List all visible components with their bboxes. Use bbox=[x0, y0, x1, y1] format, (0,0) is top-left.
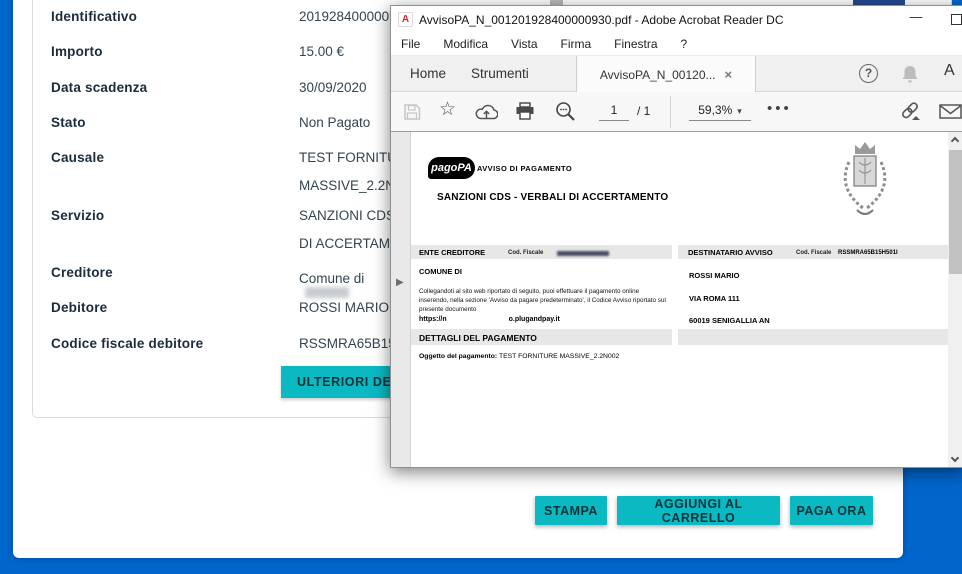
pdf-band-ente: ENTE CREDITORE Cod. Fiscale bbox=[411, 245, 672, 259]
pdf-payment-url: https://n o.plugandpay.it bbox=[419, 316, 560, 323]
menu-vista[interactable]: Vista bbox=[511, 37, 537, 51]
toolbar: ☆ 1 / 1 59,3% ▾ ••• bbox=[391, 92, 962, 132]
help-icon[interactable]: ? bbox=[859, 64, 878, 83]
pdf-payment-instructions: Collegandoti al sito web riportato di se… bbox=[419, 287, 669, 314]
sign-in-label[interactable]: A bbox=[944, 62, 955, 80]
pdf-destinatario-city: 60019 SENIGALLIA AN bbox=[689, 316, 770, 325]
detail-value: 30/09/2020 bbox=[299, 80, 367, 95]
menu-finestra[interactable]: Finestra bbox=[614, 37, 657, 51]
tab-document-label: AvvisoPA_N_00120... bbox=[600, 68, 716, 82]
pagopa-logo: pagoPA bbox=[428, 157, 475, 179]
share-link-icon[interactable] bbox=[899, 101, 923, 128]
page-total-label: / 1 bbox=[637, 104, 650, 118]
page-number-input[interactable]: 1 bbox=[599, 100, 629, 121]
pdf-oggetto-row: Oggetto del pagamento: TEST FORNITURE MA… bbox=[419, 353, 619, 360]
acrobat-window: A AvvisoPA_N_001201928400000930.pdf - Ad… bbox=[390, 5, 962, 468]
search-zoom-icon[interactable] bbox=[555, 101, 576, 127]
minimize-button[interactable]: — bbox=[897, 6, 935, 32]
tab-bar: Home Strumenti AvvisoPA_N_00120... × ? A bbox=[391, 56, 962, 92]
window-title: AvvisoPA_N_001201928400000930.pdf - Adob… bbox=[419, 13, 784, 27]
pdf-service-title: SANZIONI CDS - VERBALI DI ACCERTAMENTO bbox=[437, 192, 668, 203]
pdf-url-prefix: https://n bbox=[419, 316, 447, 323]
pdf-doc-type: AVVISO DI PAGAMENTO bbox=[477, 164, 572, 173]
add-to-cart-button[interactable]: AGGIUNGI AL CARRELLO bbox=[617, 496, 780, 525]
maximize-button[interactable] bbox=[951, 14, 962, 25]
tab-strumenti[interactable]: Strumenti bbox=[471, 56, 529, 92]
scroll-up-icon[interactable] bbox=[951, 137, 959, 145]
save-icon[interactable] bbox=[403, 103, 421, 126]
pdf-ente-header: ENTE CREDITORE bbox=[419, 248, 485, 257]
tab-close-icon[interactable]: × bbox=[725, 67, 733, 82]
pdf-ente-cf-label: Cod. Fiscale bbox=[508, 250, 543, 256]
chevron-down-icon: ▾ bbox=[737, 106, 742, 116]
pdf-url-suffix: o.plugandpay.it bbox=[509, 316, 560, 323]
cloud-upload-icon[interactable] bbox=[475, 103, 498, 125]
expand-nav-pane-icon[interactable]: ▶ bbox=[396, 277, 404, 288]
pdf-destinatario-cf-value: RSSMRA65B15H501I bbox=[838, 250, 898, 256]
pdf-page: pagoPA AVVISO DI PAGAMENTO SANZIONI CDS … bbox=[411, 132, 948, 467]
vertical-scrollbar[interactable] bbox=[948, 132, 962, 467]
print-button[interactable]: STAMPA bbox=[535, 496, 607, 525]
pdf-ente-name: COMUNE DI bbox=[419, 267, 462, 276]
pdf-dettagli-header: DETTAGLI DEL PAGAMENTO bbox=[419, 333, 537, 343]
detail-value: 15.00 € bbox=[299, 44, 344, 59]
detail-value: Non Pagato bbox=[299, 115, 370, 130]
detail-value: ROSSI MARIO bbox=[299, 300, 389, 315]
navigation-pane-strip: ▶ bbox=[391, 132, 411, 467]
pdf-band-destinatario: DESTINATARIO AVVISO Cod. Fiscale RSSMRA6… bbox=[678, 245, 948, 259]
cod-fiscale-redacted bbox=[557, 251, 609, 256]
scrollbar-thumb[interactable] bbox=[949, 150, 962, 274]
pdf-destinatario-header: DESTINATARIO AVVISO bbox=[688, 248, 773, 257]
menu-file[interactable]: File bbox=[401, 37, 420, 51]
menu-firma[interactable]: Firma bbox=[561, 37, 592, 51]
toolbar-divider bbox=[670, 96, 671, 128]
zoom-level-control[interactable]: 59,3% ▾ bbox=[689, 100, 751, 121]
pdf-oggetto-label: Oggetto del pagamento: bbox=[419, 353, 497, 360]
pdf-band-dettagli: DETTAGLI DEL PAGAMENTO bbox=[411, 329, 672, 345]
menu-bar: File Modifica Vista Firma Finestra ? bbox=[391, 33, 962, 56]
pdf-destinatario-name: ROSSI MARIO bbox=[689, 271, 739, 280]
municipal-crest-image bbox=[835, 140, 895, 233]
window-titlebar[interactable]: A AvvisoPA_N_001201928400000930.pdf - Ad… bbox=[391, 6, 962, 33]
pdf-oggetto-value: TEST FORNITURE MASSIVE_2.2N002 bbox=[499, 353, 619, 360]
more-tools-icon[interactable]: ••• bbox=[767, 100, 792, 117]
redacted-text bbox=[305, 287, 349, 298]
pdf-destinatario-address: VIA ROMA 111 bbox=[689, 294, 740, 303]
notifications-bell-icon[interactable] bbox=[900, 64, 920, 90]
adobe-pdf-icon: A bbox=[398, 12, 413, 27]
menu-modifica[interactable]: Modifica bbox=[443, 37, 488, 51]
print-icon[interactable] bbox=[515, 102, 535, 126]
pdf-destinatario-cf-label: Cod. Fiscale bbox=[796, 250, 831, 256]
favorite-star-icon[interactable]: ☆ bbox=[439, 98, 456, 121]
document-area: ▶ pagoPA AVVISO DI PAGAMENTO SANZIONI CD… bbox=[391, 132, 962, 467]
tab-home[interactable]: Home bbox=[410, 56, 446, 92]
scroll-down-icon[interactable] bbox=[951, 454, 959, 462]
detail-value-text: Comune di bbox=[299, 271, 364, 286]
tab-document[interactable]: AvvisoPA_N_00120... × bbox=[576, 56, 756, 93]
zoom-level-value: 59,3% bbox=[698, 103, 732, 117]
detail-value: Comune di bbox=[299, 265, 364, 298]
menu-help[interactable]: ? bbox=[681, 37, 688, 51]
email-icon[interactable] bbox=[939, 104, 962, 124]
pay-now-button[interactable]: PAGA ORA bbox=[790, 496, 873, 525]
pdf-band-dettagli-right bbox=[678, 329, 948, 345]
